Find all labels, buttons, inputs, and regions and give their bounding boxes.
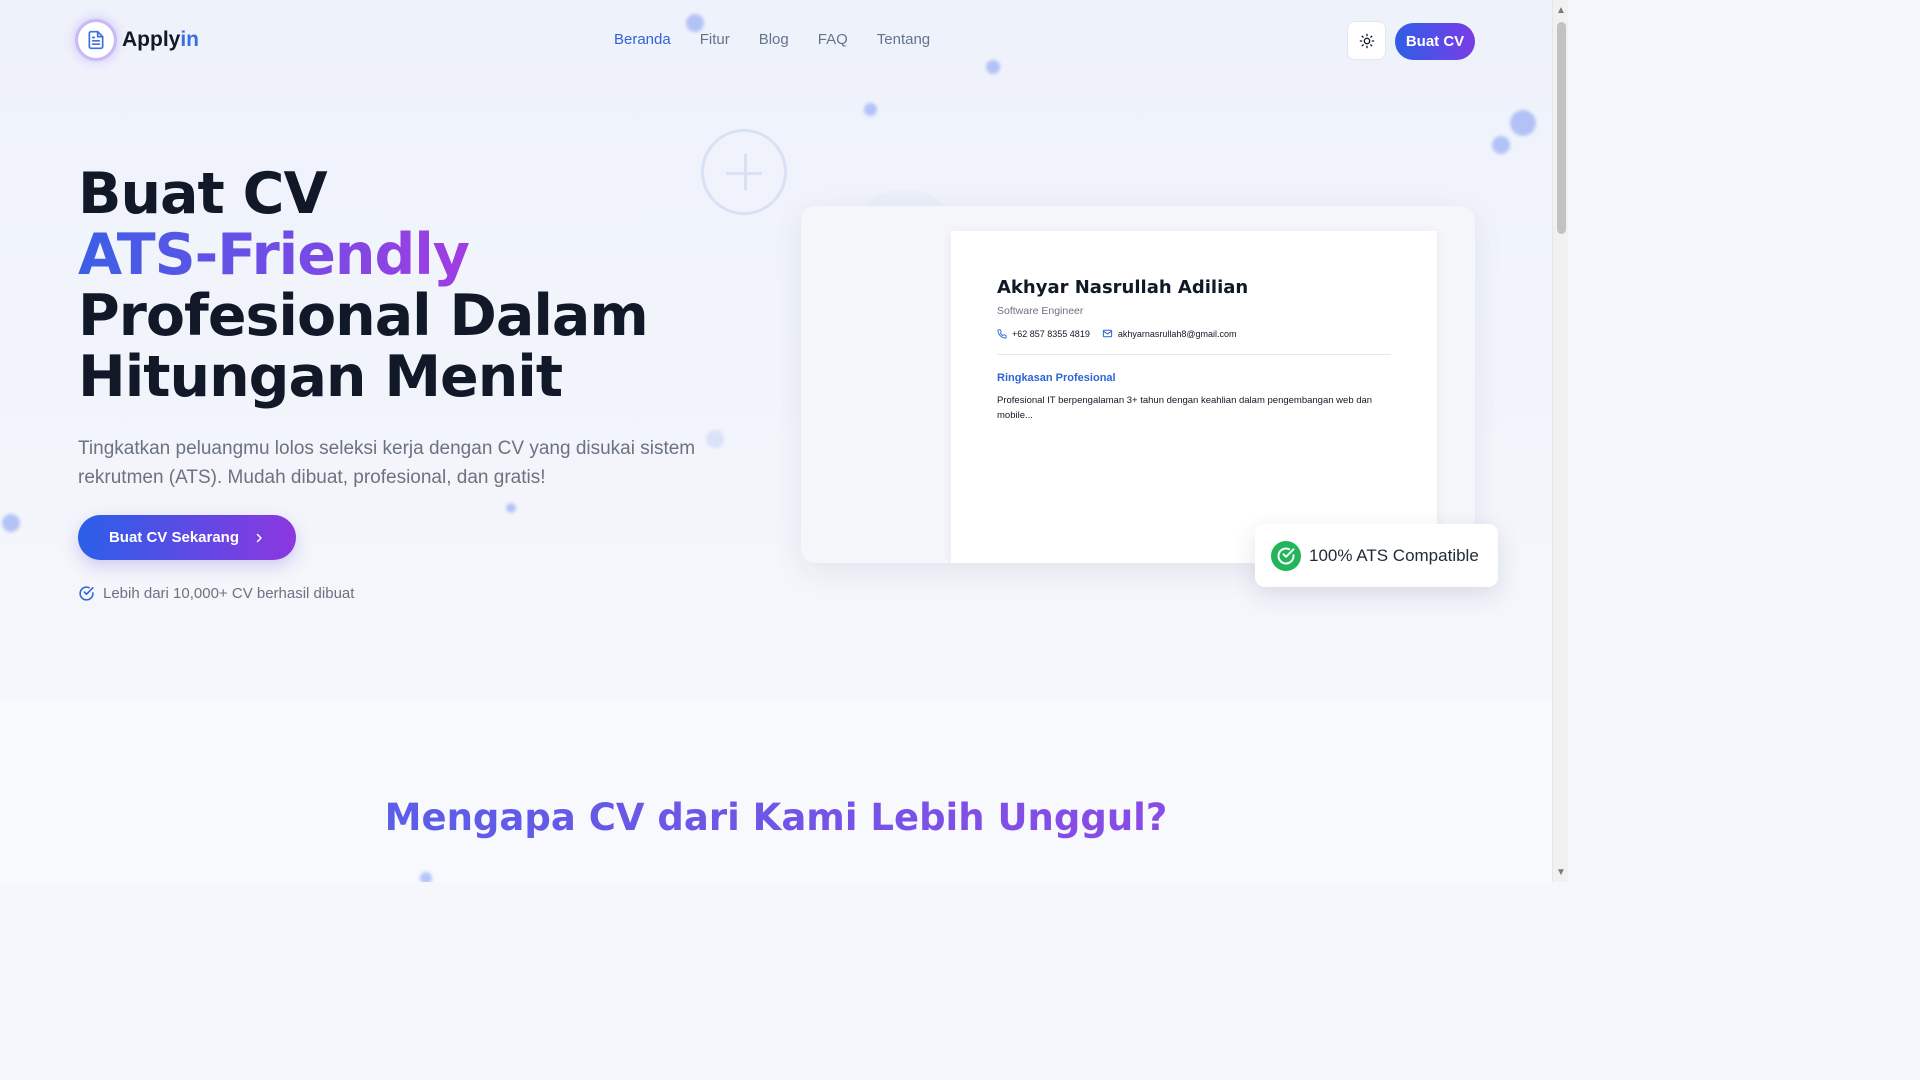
page: Applyin Beranda Fitur Blog FAQ Tentang B… bbox=[0, 0, 1552, 882]
decor-dot bbox=[686, 14, 704, 32]
features-section-title: Mengapa CV dari Kami Lebih Unggul? bbox=[0, 796, 1552, 839]
hero-title: Buat CV ATS-Friendly Profesional Dalam H… bbox=[78, 161, 649, 410]
scroll-down-arrow-icon[interactable]: ▼ bbox=[1553, 864, 1569, 880]
logo-text: Applyin bbox=[122, 28, 199, 52]
cv-phone-text: +62 857 8355 4819 bbox=[1012, 328, 1090, 339]
hero-title-word: Buat bbox=[78, 161, 225, 227]
document-icon bbox=[78, 22, 114, 58]
cv-count-stat: Lebih dari 10,000+ CV berhasil dibuat bbox=[78, 585, 354, 602]
check-circle-icon bbox=[1271, 540, 1301, 571]
create-cv-now-button[interactable]: Buat CV Sekarang bbox=[78, 515, 296, 560]
hero-title-line4: Hitungan Menit bbox=[78, 344, 563, 410]
chevron-right-icon bbox=[256, 533, 262, 542]
cv-phone: +62 857 8355 4819 bbox=[997, 329, 1090, 339]
cv-section-text: Profesional IT berpengalaman 3+ tahun de… bbox=[997, 395, 1373, 421]
cv-email-text: akhyarnasrullah8@gmail.com bbox=[1117, 328, 1237, 339]
ats-compatible-badge: 100% ATS Compatible bbox=[1255, 524, 1498, 587]
nav-tentang[interactable]: Tentang bbox=[877, 31, 930, 48]
features-section-title-text: Mengapa CV dari Kami Lebih Unggul? bbox=[384, 796, 1168, 839]
hero-title-gradient: ATS-Friendly bbox=[78, 222, 470, 288]
cv-role: Software Engineer bbox=[997, 305, 1084, 317]
decor-dot bbox=[864, 103, 877, 116]
vertical-scrollbar[interactable]: ▲ ▼ bbox=[1552, 0, 1568, 882]
nav-beranda[interactable]: Beranda bbox=[614, 31, 671, 48]
cv-divider bbox=[997, 354, 1391, 355]
theme-toggle-button[interactable] bbox=[1347, 21, 1386, 60]
cv-section-title: Ringkasan Profesional bbox=[997, 372, 1116, 384]
decor-dot bbox=[1510, 110, 1536, 136]
cv-name: Akhyar Nasrullah Adilian bbox=[997, 277, 1249, 298]
check-circle-icon bbox=[79, 586, 94, 601]
scrollbar-thumb[interactable] bbox=[1557, 22, 1566, 234]
decor-dot bbox=[420, 872, 432, 882]
main-nav: Beranda Fitur Blog FAQ Tentang bbox=[614, 31, 930, 48]
hero-subtitle: Tingkatkan peluangmu lolos seleksi kerja… bbox=[78, 438, 696, 488]
decor-dot bbox=[506, 503, 516, 513]
cv-count-text: Lebih dari 10,000+ CV berhasil dibuat bbox=[103, 585, 355, 602]
nav-blog[interactable]: Blog bbox=[759, 31, 789, 48]
mail-icon bbox=[1102, 329, 1112, 338]
sun-icon bbox=[1359, 33, 1374, 48]
phone-icon bbox=[997, 328, 1007, 339]
decor-dot bbox=[2, 514, 20, 532]
features-section-band bbox=[0, 700, 1552, 882]
logo-text-accent: in bbox=[180, 28, 200, 51]
plus-circle-decor-icon bbox=[701, 129, 787, 215]
cv-preview-sheet: Akhyar Nasrullah Adilian Software Engine… bbox=[951, 231, 1437, 563]
create-cv-now-label: Buat CV Sekarang bbox=[108, 529, 240, 546]
scroll-up-arrow-icon[interactable]: ▲ bbox=[1553, 2, 1569, 18]
cv-preview-card: Akhyar Nasrullah Adilian Software Engine… bbox=[801, 206, 1475, 563]
decor-dot bbox=[1492, 136, 1510, 154]
cv-contacts: +62 857 8355 4819 akhyarnasrullah8@gmail… bbox=[997, 328, 1237, 339]
decor-dot bbox=[986, 60, 1000, 74]
nav-faq[interactable]: FAQ bbox=[818, 31, 848, 48]
hero-title-cv-highlight: CV bbox=[242, 161, 328, 228]
create-cv-button[interactable]: Buat CV bbox=[1395, 23, 1475, 60]
logo-text-main: Apply bbox=[122, 28, 181, 51]
logo[interactable]: Applyin bbox=[78, 22, 199, 58]
nav-fitur[interactable]: Fitur bbox=[700, 31, 730, 48]
cv-email: akhyarnasrullah8@gmail.com bbox=[1102, 328, 1237, 339]
ats-badge-text: 100% ATS Compatible bbox=[1309, 545, 1479, 565]
hero-title-line3: Profesional Dalam bbox=[78, 283, 649, 349]
